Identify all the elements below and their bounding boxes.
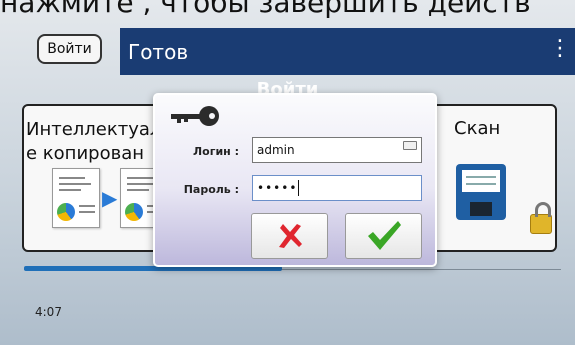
login-button[interactable]: Войти (37, 34, 102, 64)
login-value: admin (257, 143, 295, 157)
ok-button[interactable] (345, 213, 422, 259)
scan-tile[interactable]: Скан (430, 104, 557, 252)
cancel-button[interactable] (251, 213, 328, 259)
text-caret (298, 180, 300, 196)
green-check-icon (367, 221, 401, 250)
login-label: Логин : (193, 145, 239, 158)
floppy-disk-icon (456, 164, 506, 220)
login-dialog: Логин : admin Пароль : ••••• (153, 93, 437, 267)
password-label: Пароль : (183, 183, 239, 196)
document-icon (52, 168, 100, 228)
password-field[interactable]: ••••• (252, 175, 422, 201)
kebab-menu-icon[interactable]: ⋮ (549, 36, 571, 61)
status-bar: Готов ⋮ (120, 28, 575, 75)
login-field[interactable]: admin (252, 137, 422, 163)
key-icon (171, 106, 219, 126)
password-value: ••••• (257, 181, 298, 195)
tile-label: Интеллектуал е копирован (26, 119, 162, 164)
tile-label: Скан (454, 118, 501, 139)
keyboard-icon[interactable] (403, 141, 417, 150)
lock-icon (530, 202, 552, 234)
red-x-icon (278, 224, 302, 248)
instruction-text: нажмите , чтобы завершить действ (0, 0, 531, 19)
time-text: 4:07 (35, 305, 62, 319)
arrow-right-icon: ▶ (102, 186, 118, 210)
status-text: Готов (128, 39, 189, 64)
